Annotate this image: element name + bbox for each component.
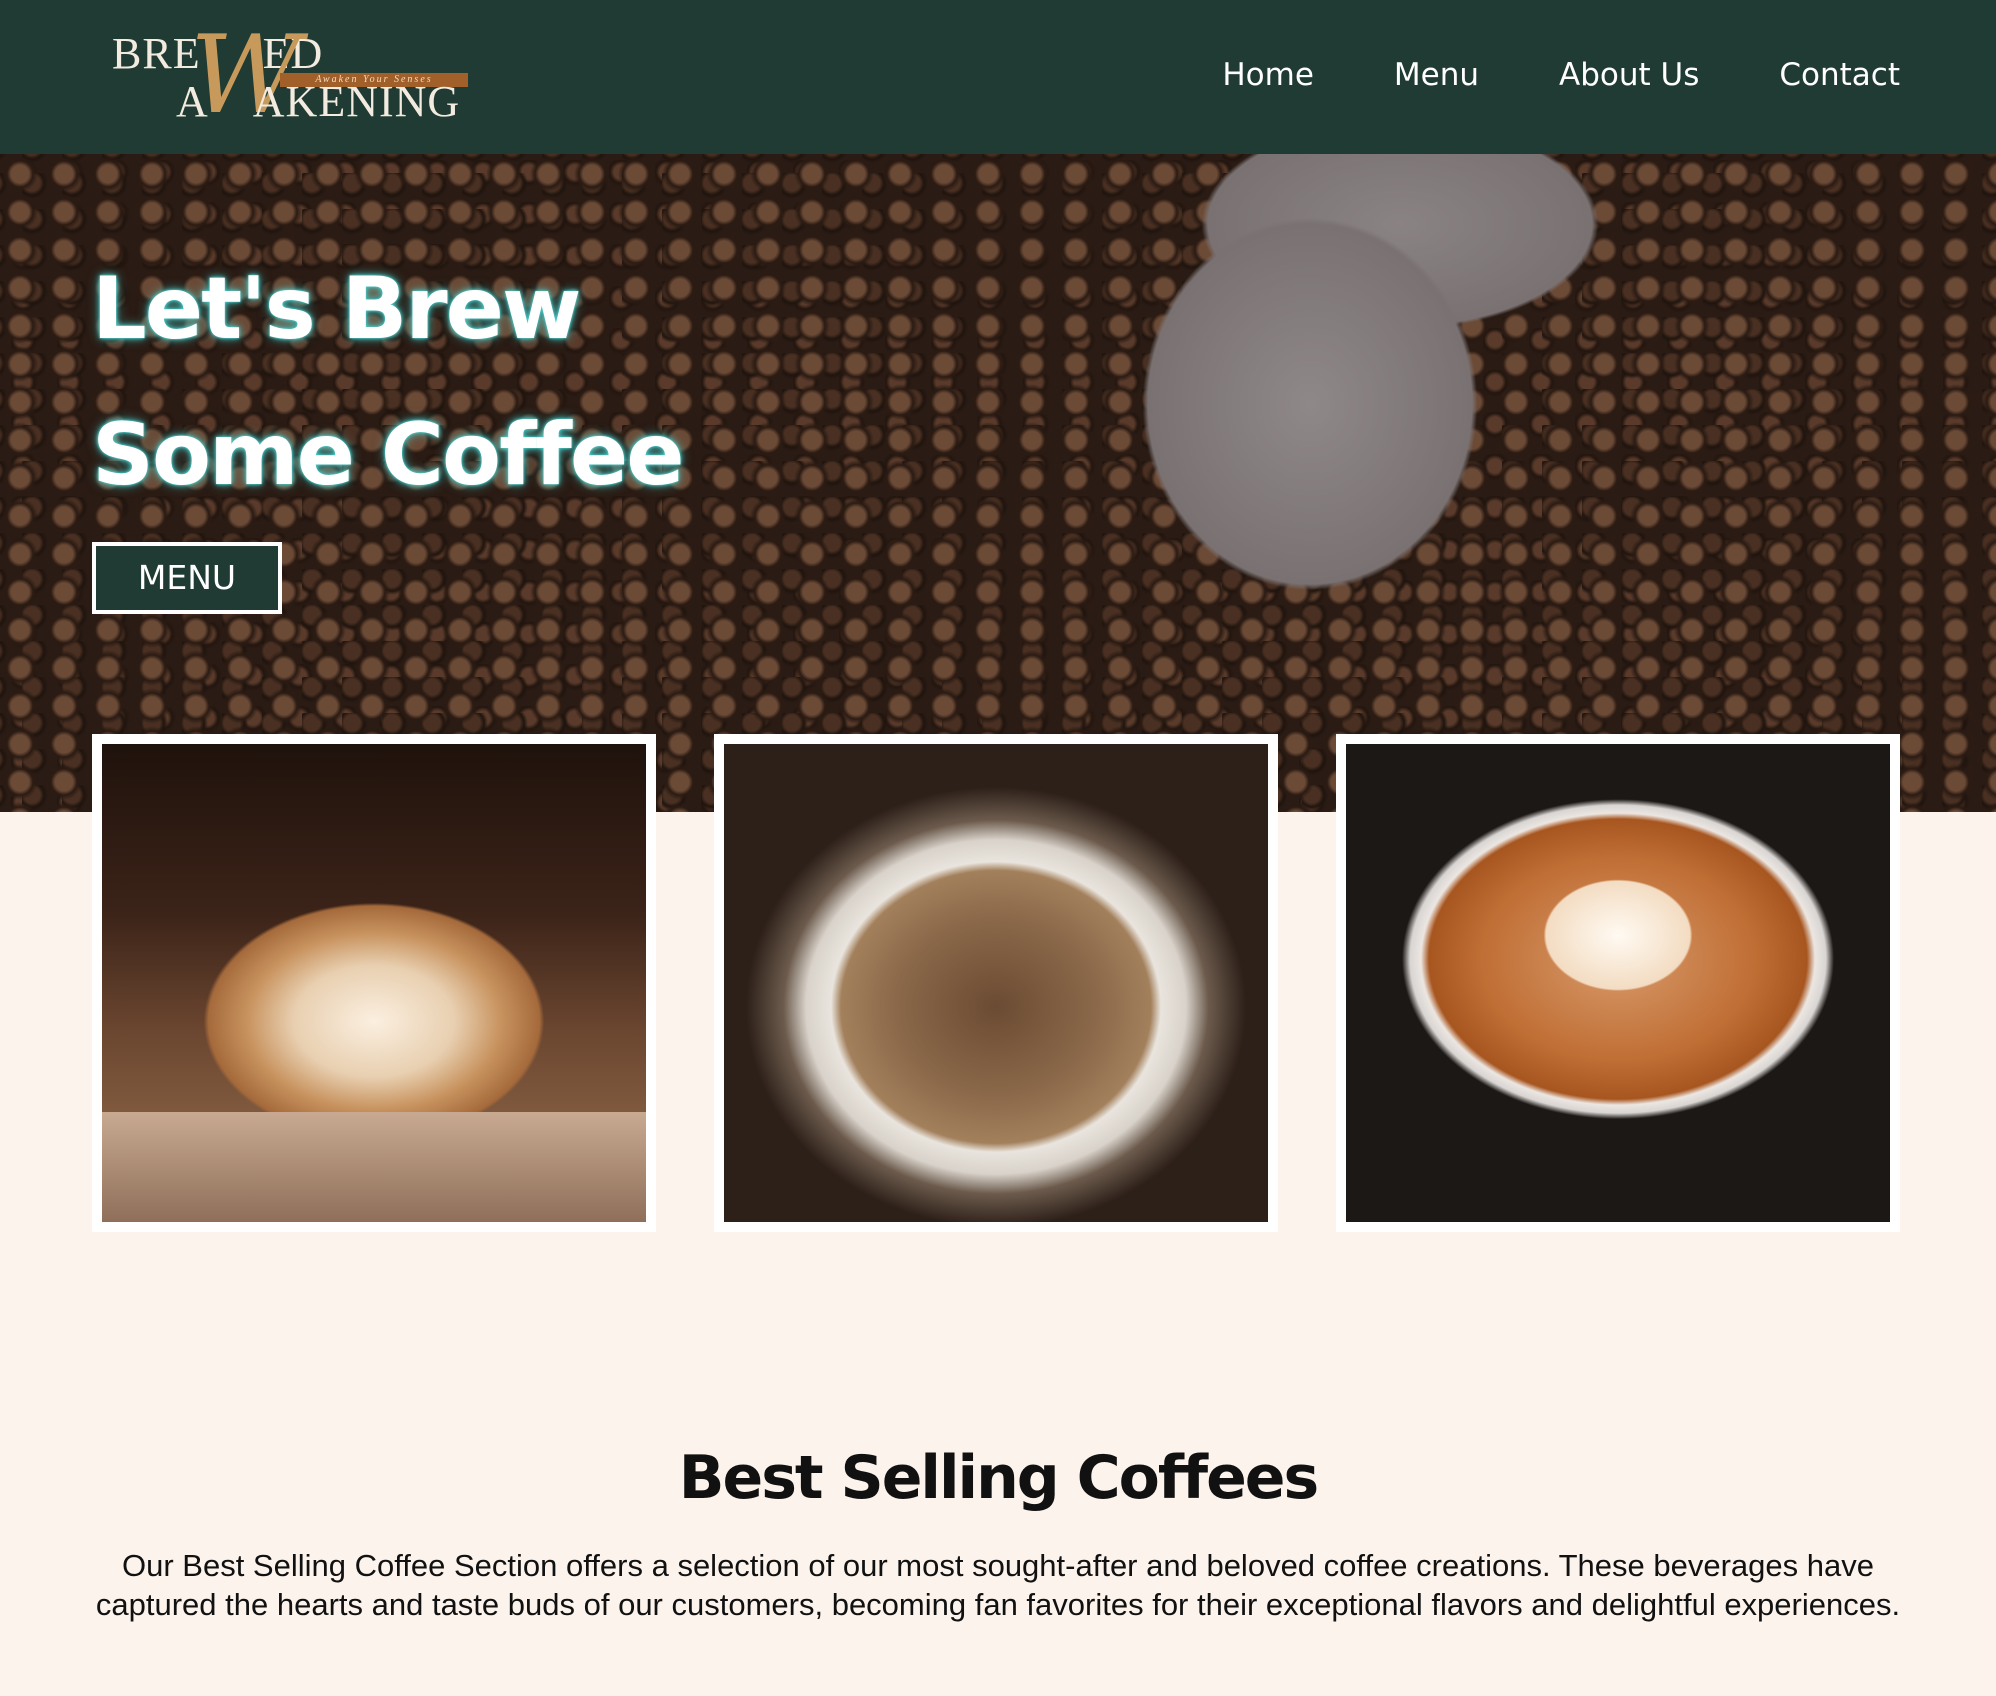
gallery-card-2 [714, 734, 1278, 1232]
latte-heart-photo [1346, 744, 1890, 1222]
logo-word-awakening: A AKENING [176, 77, 461, 126]
site-header: BRE ED W Awaken Your Senses A AKENING Home… [0, 0, 1996, 154]
gallery-card-1 [92, 734, 656, 1232]
nav-contact[interactable]: Contact [1779, 56, 1900, 94]
latte-leaf-photo [102, 744, 646, 1222]
main-nav: Home Menu About Us Contact [1222, 56, 1900, 94]
black-coffee-photo [724, 744, 1268, 1222]
brand-logo[interactable]: BRE ED W Awaken Your Senses A AKENING [112, 22, 472, 130]
best-selling-description: Our Best Selling Coffee Section offers a… [95, 1548, 1901, 1622]
menu-button[interactable]: MENU [92, 542, 282, 614]
best-selling-title: Best Selling Coffees [678, 1443, 1319, 1513]
nav-menu[interactable]: Menu [1394, 56, 1479, 94]
hero-banner: Let's Brew Some Coffee MENU [0, 154, 1996, 812]
nav-home[interactable]: Home [1222, 56, 1314, 94]
gallery-card-3 [1336, 734, 1900, 1232]
hero-title: Let's Brew Some Coffee [92, 259, 685, 505]
nav-about-us[interactable]: About Us [1559, 56, 1699, 94]
cup-rim [102, 1112, 646, 1222]
